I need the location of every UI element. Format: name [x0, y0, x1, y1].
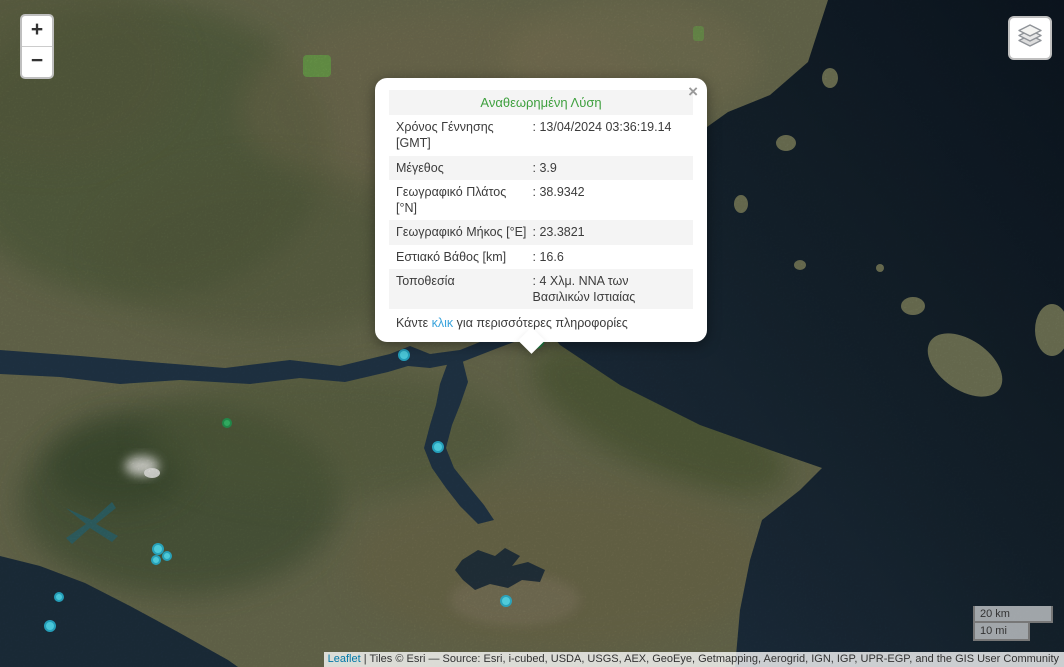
earthquake-marker[interactable] — [222, 418, 232, 428]
popup-row-longitude: Γεωγραφικό Μήκος [°E] : 23.3821 — [389, 220, 693, 244]
popup-row-origin-time: Χρόνος Γέννησης [GMT] : 13/04/2024 03:36… — [389, 115, 693, 156]
layers-control-button[interactable] — [1008, 16, 1052, 60]
popup-title: Αναθεωρημένη Λύση — [389, 90, 693, 115]
earthquake-marker[interactable] — [54, 592, 64, 602]
zoom-in-button[interactable]: + — [22, 16, 52, 47]
more-info-link[interactable]: κλικ — [432, 316, 454, 330]
earthquake-popup: × Αναθεωρημένη Λύση Χρόνος Γέννησης [GMT… — [375, 78, 707, 342]
earthquake-marker[interactable] — [162, 551, 172, 561]
popup-row-latitude: Γεωγραφικό Πλάτος [°N] : 38.9342 — [389, 180, 693, 221]
scale-km: 20 km — [973, 606, 1053, 624]
earthquake-marker[interactable] — [44, 620, 56, 632]
earthquake-marker[interactable] — [398, 349, 410, 361]
popup-table: Αναθεωρημένη Λύση Χρόνος Γέννησης [GMT] … — [389, 90, 693, 332]
attribution-text: Tiles © Esri — Source: Esri, i-cubed, US… — [369, 653, 1059, 665]
scale-control: 20 km 10 mi — [973, 606, 1053, 641]
map-app: + − × Αναθεωρημένη Λύση Χρόνος Γέννησης … — [0, 0, 1064, 667]
zoom-control: + − — [20, 14, 54, 79]
popup-close-icon[interactable]: × — [688, 83, 698, 100]
popup-footer: Κάντε κλικ για περισσότερες πληροφορίες — [389, 309, 693, 332]
earthquake-marker[interactable] — [432, 441, 444, 453]
scale-mi: 10 mi — [973, 623, 1030, 641]
popup-row-magnitude: Μέγεθος : 3.9 — [389, 156, 693, 180]
zoom-out-button[interactable]: − — [22, 47, 52, 77]
attribution-bar: Leaflet | Tiles © Esri — Source: Esri, i… — [324, 652, 1064, 667]
earthquake-marker[interactable] — [151, 555, 161, 565]
popup-row-location: Τοποθεσία : 4 Χλμ. NNA των Βασιλικών Ιστ… — [389, 269, 693, 310]
layers-icon — [1016, 23, 1044, 54]
earthquake-marker[interactable] — [500, 595, 512, 607]
popup-row-depth: Εστιακό Βάθος [km] : 16.6 — [389, 245, 693, 269]
leaflet-link[interactable]: Leaflet — [328, 653, 361, 665]
